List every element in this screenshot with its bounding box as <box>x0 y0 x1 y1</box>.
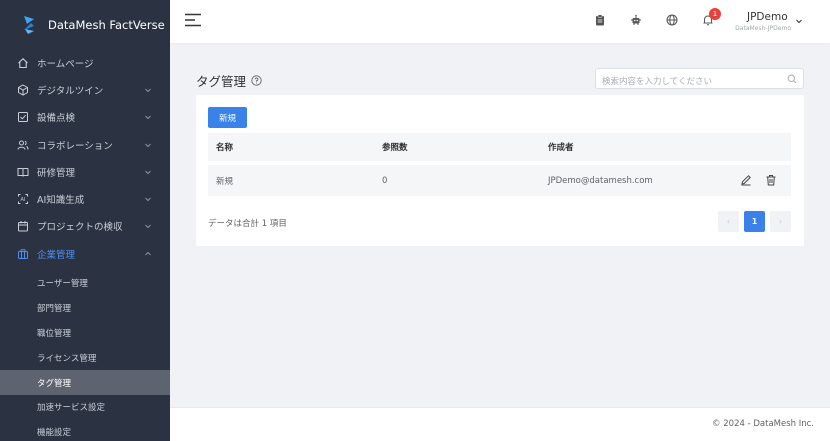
ai-icon: AI <box>17 193 29 205</box>
chevron-down-icon[interactable] <box>795 17 803 25</box>
enterprise-submenu: ユーザー管理 部門管理 職位管理 ライセンス管理 タグ管理 加速サービス設定 機… <box>0 271 170 441</box>
sidebar-subitem-features[interactable]: 機能設定 <box>0 420 170 441</box>
sidebar-item-project-acceptance[interactable]: プロジェクトの検収 <box>0 213 170 240</box>
sidebar-item-label: ホームページ <box>37 58 94 70</box>
sidebar-item-inspection[interactable]: 設備点検 <box>0 104 170 131</box>
copyright-text: © 2024 - DataMesh Inc. <box>712 419 814 429</box>
brand[interactable]: DataMesh FactVerse <box>0 0 170 50</box>
chevron-down-icon <box>145 143 151 147</box>
sidebar-item-label: 研修管理 <box>37 167 76 179</box>
book-icon <box>17 166 29 178</box>
sidebar-item-digital-twin[interactable]: デジタルツイン <box>0 76 170 103</box>
user-subtitle: DataMesh-JPDemo <box>735 25 791 32</box>
pagination-next-button[interactable]: › <box>770 211 791 232</box>
building-icon <box>17 248 29 260</box>
clipboard-icon[interactable] <box>594 14 606 26</box>
sidebar-subitem-tags[interactable]: タグ管理 <box>0 370 170 395</box>
sidebar-item-collaboration[interactable]: コラボレーション <box>0 131 170 158</box>
chevron-down-icon <box>145 225 151 229</box>
table-row[interactable]: 新規 0 JPDemo@datamesh.com <box>208 165 791 196</box>
sidebar-nav: ホームページ デジタルツイン 設備点検 コラボレーション 研修管理 AI AI知… <box>0 49 170 267</box>
datamesh-logo-icon <box>24 16 34 34</box>
globe-icon[interactable] <box>666 14 678 26</box>
tag-list-card: 新規 名称 参照数 作成者 新規 0 JPDemo@datamesh.com デ… <box>196 95 804 246</box>
new-tag-button[interactable]: 新規 <box>208 107 247 128</box>
search-input[interactable] <box>596 72 781 92</box>
chevron-up-icon <box>145 251 151 256</box>
cell-ref-count: 0 <box>382 175 388 186</box>
sidebar-item-label: デジタルツイン <box>37 85 104 97</box>
search-icon[interactable] <box>787 74 797 84</box>
menu-fold-icon[interactable] <box>184 13 202 27</box>
total-count-text: データは合計 1 項目 <box>208 219 287 229</box>
users-icon <box>17 139 29 151</box>
chevron-down-icon <box>145 197 151 202</box>
cell-tag-name: 新規 <box>216 176 234 187</box>
top-header: 1 JPDemo DataMesh-JPDemo <box>170 0 830 43</box>
sidebar-item-label: 企業管理 <box>37 249 76 261</box>
chevron-down-icon <box>145 170 151 175</box>
sidebar-item-label: 設備点検 <box>37 113 76 125</box>
notification-badge: 1 <box>709 8 721 20</box>
column-header-ref-count[interactable]: 参照数 <box>382 141 408 153</box>
table-header: 名称 参照数 作成者 <box>208 133 791 161</box>
user-name[interactable]: JPDemo <box>747 11 788 23</box>
sidebar-subitem-licenses[interactable]: ライセンス管理 <box>0 345 170 370</box>
sidebar-item-enterprise[interactable]: 企業管理 <box>0 240 170 267</box>
sidebar-item-label: AI知識生成 <box>37 195 85 207</box>
page-title: タグ管理 <box>196 71 262 90</box>
column-header-creator[interactable]: 作成者 <box>548 141 574 153</box>
sidebar-subitem-positions[interactable]: 職位管理 <box>0 321 170 346</box>
sidebar-subitem-acceleration[interactable]: 加速サービス設定 <box>0 395 170 420</box>
page-title-text: タグ管理 <box>196 74 247 89</box>
sidebar-subitem-users[interactable]: ユーザー管理 <box>0 271 170 296</box>
svg-text:AI: AI <box>21 197 26 203</box>
delete-icon[interactable] <box>765 174 777 186</box>
help-icon[interactable] <box>251 75 262 86</box>
checkbox-icon <box>17 111 29 123</box>
edit-icon[interactable] <box>740 174 752 186</box>
sidebar-item-home[interactable]: ホームページ <box>0 49 170 76</box>
sidebar: DataMesh FactVerse ホームページ デジタルツイン 設備点検 コ… <box>0 0 170 441</box>
search-box <box>595 68 804 92</box>
cube-icon <box>17 84 29 96</box>
brand-name: DataMesh FactVerse <box>48 18 165 32</box>
sidebar-item-label: プロジェクトの検収 <box>37 222 123 234</box>
home-icon <box>17 57 29 69</box>
sidebar-item-label: コラボレーション <box>37 140 113 152</box>
chevron-down-icon <box>145 88 151 93</box>
calendar-icon <box>17 220 29 232</box>
cell-creator: JPDemo@datamesh.com <box>548 175 653 186</box>
pagination-prev-button[interactable]: ‹ <box>718 211 739 232</box>
robot-icon[interactable] <box>630 14 642 26</box>
chevron-down-icon <box>145 115 151 120</box>
footer: © 2024 - DataMesh Inc. <box>170 407 830 441</box>
column-header-name[interactable]: 名称 <box>216 141 233 153</box>
sidebar-item-ai-knowledge[interactable]: AI AI知識生成 <box>0 185 170 212</box>
sidebar-subitem-departments[interactable]: 部門管理 <box>0 296 170 321</box>
pagination-page-1[interactable]: 1 <box>744 211 765 232</box>
sidebar-item-training[interactable]: 研修管理 <box>0 158 170 185</box>
